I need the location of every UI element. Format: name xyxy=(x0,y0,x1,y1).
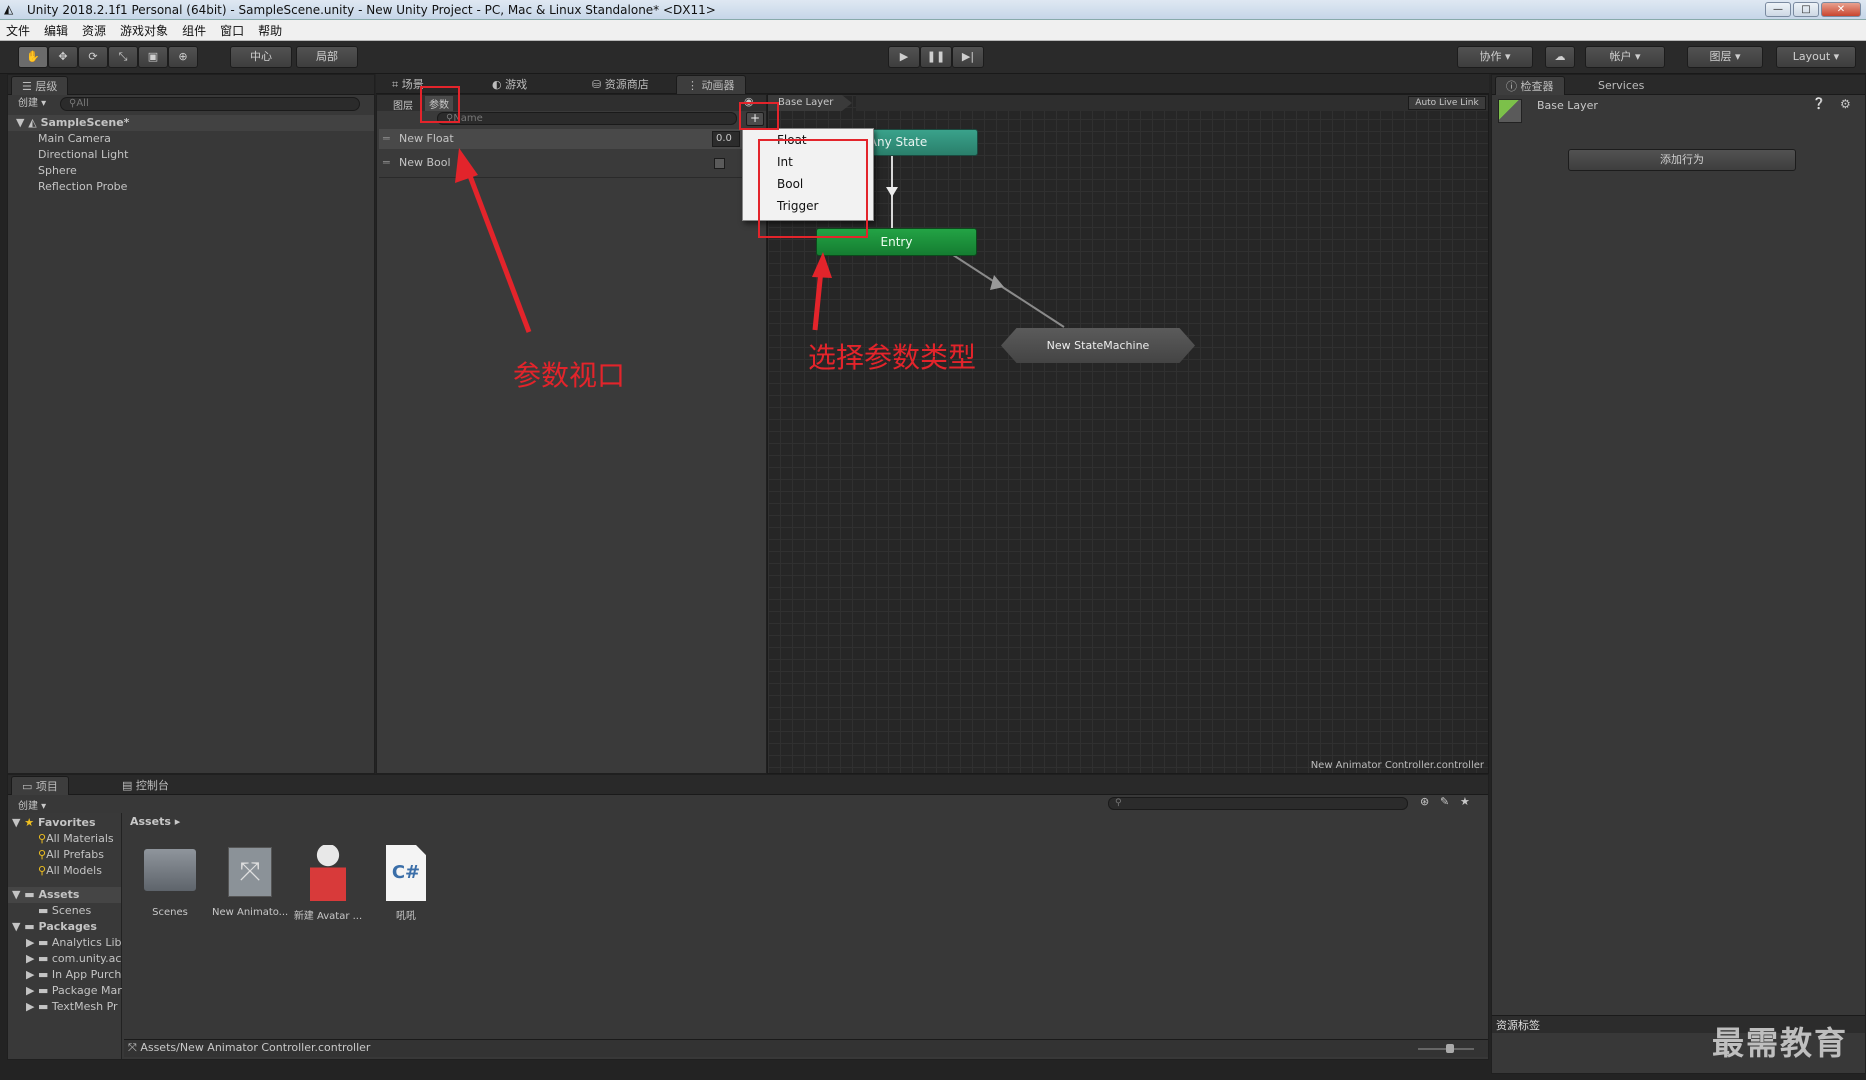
layer-icon xyxy=(1498,99,1522,123)
annotation-select-type: 选择参数类型 xyxy=(808,341,977,374)
folder-icon: ▬ xyxy=(24,888,35,901)
asset-labels: 资源标签 xyxy=(1496,1019,1540,1032)
search-icon: ⚲ xyxy=(38,864,47,877)
inspector-title: Base Layer xyxy=(1537,99,1598,112)
folder-icon: ▬ xyxy=(37,952,49,965)
folder-icon xyxy=(144,849,196,891)
package-item[interactable]: ▶ ▬ Analytics Lib xyxy=(26,935,122,951)
annotation-params-view: 参数视口 xyxy=(513,359,626,392)
favorite-item[interactable]: ⚲All Materials xyxy=(38,831,114,847)
settings-icon[interactable]: ⚙ xyxy=(1840,97,1851,111)
filter-label-icon[interactable]: ✎ xyxy=(1440,795,1449,808)
asset-tile[interactable]: Scenes xyxy=(138,841,202,925)
csharp-script-icon: C# xyxy=(386,845,426,901)
project-search-input[interactable]: ⚲ xyxy=(1108,797,1408,810)
arrow-type-shaft xyxy=(812,269,824,331)
slider-handle[interactable] xyxy=(1446,1044,1454,1053)
favorites-header[interactable]: ▼ ★ Favorites xyxy=(12,815,96,831)
arrow-params-head xyxy=(455,148,478,183)
inspector-panel: ⓘ 检查器 Services Base Layer ❔ ⚙ 添加行为 资源标签 xyxy=(1491,74,1866,1074)
selected-asset-path: ⤧ Assets/New Animator Controller.control… xyxy=(128,1041,371,1054)
package-item[interactable]: ▶ ▬ TextMesh Pr xyxy=(26,999,122,1015)
folder-icon: ▬ xyxy=(24,920,35,933)
asset-tile-label: 新建 Avatar ... xyxy=(293,911,363,922)
asset-tile[interactable]: 新建 Avatar ... xyxy=(290,841,366,925)
project-breadcrumb[interactable]: Assets ▸ xyxy=(130,815,180,828)
animator-controller-icon: ⤧ xyxy=(128,1041,137,1054)
asset-tile-label: New Animato... xyxy=(212,907,288,918)
assets-item[interactable]: ▬ Scenes xyxy=(38,903,91,919)
project-tree: ▼ ★ Favorites ⚲All Materials ⚲All Prefab… xyxy=(8,813,122,1059)
packages-header[interactable]: ▼ ▬ Packages xyxy=(12,919,97,935)
filter-type-icon[interactable]: ⊛ xyxy=(1420,795,1429,808)
assets-header[interactable]: ▼ ▬ Assets xyxy=(12,887,79,903)
asset-tile-label: 吼吼 xyxy=(396,911,416,922)
search-icon: ⚲ xyxy=(38,848,47,861)
avatar-mask-icon xyxy=(310,845,346,901)
watermark: 最需教育 xyxy=(1712,1024,1849,1062)
favorite-item[interactable]: ⚲All Models xyxy=(38,863,102,879)
help-icon[interactable]: ❔ xyxy=(1812,97,1826,110)
star-icon: ★ xyxy=(24,816,35,829)
project-tabbar: ▭ 项目 ▤ 控制台 xyxy=(8,775,1488,795)
asset-tile[interactable]: ⤧ New Animato... xyxy=(212,841,288,925)
add-behaviour-button[interactable]: 添加行为 xyxy=(1568,149,1796,171)
folder-icon: ▬ xyxy=(38,904,49,917)
favorite-star-icon[interactable]: ★ xyxy=(1460,795,1470,808)
arrow-params-shaft xyxy=(464,167,532,333)
package-item[interactable]: ▶ ▬ Package Mar xyxy=(26,983,122,999)
folder-icon: ▬ xyxy=(37,936,49,949)
tab-services[interactable]: Services xyxy=(1588,76,1654,95)
tab-project[interactable]: ▭ 项目 xyxy=(11,776,69,795)
folder-icon: ▬ xyxy=(37,984,49,997)
arrow-type-head xyxy=(812,252,832,278)
package-item[interactable]: ▶ ▬ com.unity.ac xyxy=(26,951,122,967)
project-panel: ▭ 项目 ▤ 控制台 创建 ▾ ⚲ ⊛ ✎ ★ ▼ ★ Favorites ⚲A… xyxy=(7,774,1489,1060)
favorite-item[interactable]: ⚲All Prefabs xyxy=(38,847,104,863)
inspector-tabbar: ⓘ 检查器 Services xyxy=(1492,75,1865,95)
asset-tile-label: Scenes xyxy=(152,907,188,918)
animator-controller-icon: ⤧ xyxy=(228,847,272,897)
search-icon: ⚲ xyxy=(38,832,47,845)
folder-icon: ▬ xyxy=(37,968,49,981)
folder-icon: ▬ xyxy=(37,1000,49,1013)
tab-console[interactable]: ▤ 控制台 xyxy=(112,776,179,795)
project-create-button[interactable]: 创建 ▾ xyxy=(18,797,46,812)
package-item[interactable]: ▶ ▬ In App Purch xyxy=(26,967,122,983)
tab-inspector[interactable]: ⓘ 检查器 xyxy=(1495,76,1565,95)
asset-tile[interactable]: C# 吼吼 xyxy=(368,841,444,925)
